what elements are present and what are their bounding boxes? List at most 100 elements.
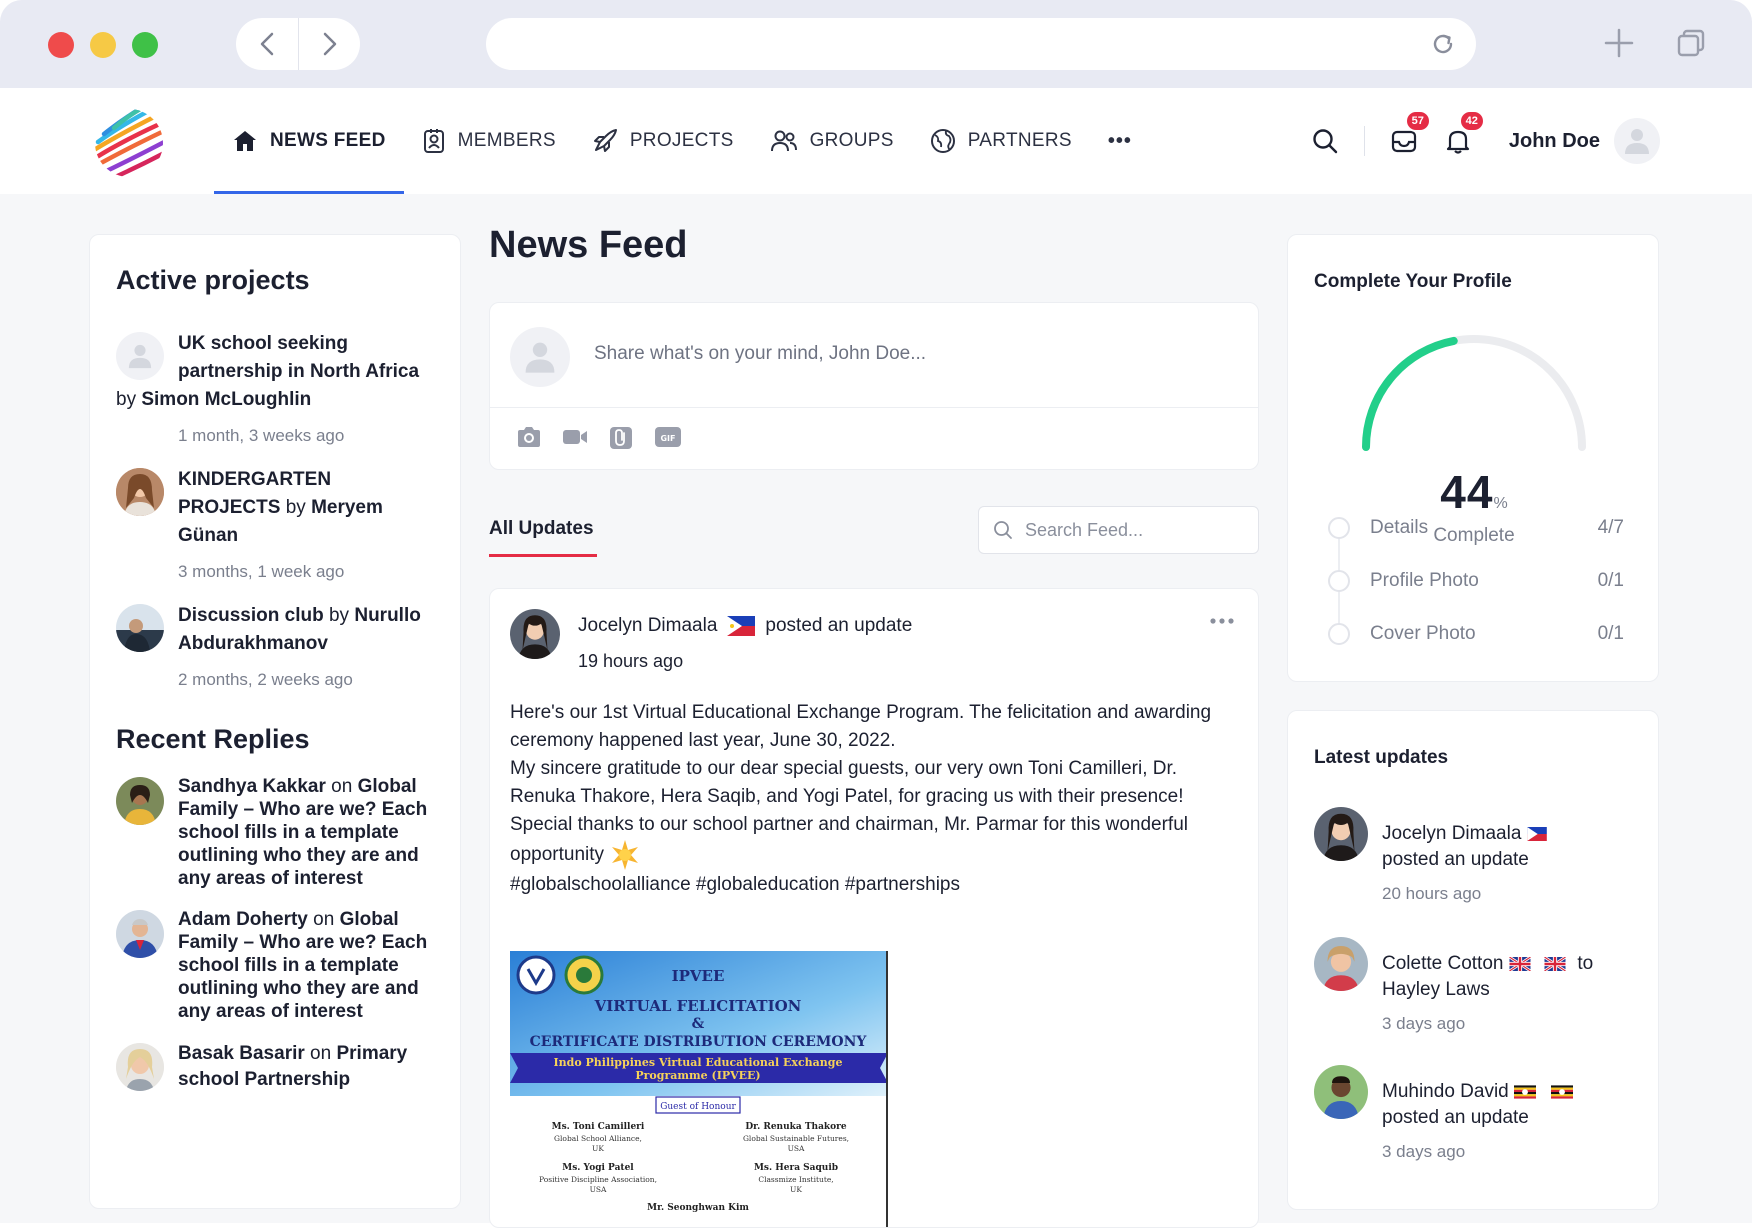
checklist-label: Details <box>1370 516 1429 538</box>
gif-icon[interactable]: GIF <box>654 425 682 449</box>
uk-flag-icon <box>1544 956 1567 971</box>
reply-item[interactable]: Adam Doherty on Global Family – Who are … <box>116 908 434 1023</box>
history-buttons <box>236 18 360 70</box>
poster-guest-1-name: Ms. Toni Camilleri <box>552 1122 645 1132</box>
inbox-button[interactable]: 57 <box>1387 110 1431 158</box>
update-time: 3 days ago <box>1382 1142 1466 1161</box>
more-options-icon[interactable] <box>1210 617 1234 625</box>
user-avatar[interactable] <box>1614 118 1660 164</box>
poster-guest-3-org: Positive Discipline Association, <box>539 1175 657 1184</box>
notifications-button[interactable]: 42 <box>1441 110 1485 158</box>
complete-profile-title: Complete Your Profile <box>1314 271 1512 292</box>
nav-label: NEWS FEED <box>270 130 386 151</box>
window-close-button[interactable] <box>48 32 74 58</box>
camera-icon[interactable] <box>516 425 542 449</box>
video-icon[interactable] <box>562 425 588 449</box>
member-photo-icon <box>116 604 164 652</box>
post-text: Special thanks to our school partner and… <box>510 811 1230 871</box>
nav-partners[interactable]: PARTNERS <box>912 88 1090 194</box>
philippines-flag-icon <box>727 616 756 636</box>
checklist-item-profile-photo[interactable]: Profile Photo 0/1 <box>1328 554 1624 607</box>
checklist-circle-icon <box>1328 622 1350 645</box>
project-item[interactable]: UK school seeking partnership in North A… <box>116 330 434 450</box>
target-member-name[interactable]: Hayley Laws <box>1382 979 1490 1000</box>
page-body: Active projects UK school seeking partne… <box>0 194 1752 1228</box>
inbox-count-badge: 57 <box>1404 110 1431 132</box>
poster-guest-2-country: USA <box>788 1144 805 1153</box>
tab-all-updates[interactable]: All Updates <box>489 518 594 540</box>
back-button[interactable] <box>236 18 298 70</box>
latest-update-text: Colette Cotton to Hayley Laws 3 days ago <box>1382 951 1593 1037</box>
reply-author[interactable]: Sandhya Kakkar <box>178 776 326 797</box>
checklist-item-details[interactable]: Details 4/7 <box>1328 501 1624 554</box>
reply-avatar <box>116 777 164 825</box>
project-item[interactable]: KINDERGARTEN PROJECTS by Meryem Günan 3 … <box>116 466 434 586</box>
composer-avatar <box>510 327 570 387</box>
poster-guests-label: Guest of Honour <box>660 1102 736 1112</box>
composer-input[interactable]: Share what's on your mind, John Doe... <box>594 343 926 365</box>
post-header: Jocelyn Dimaala posted an update <box>578 615 912 637</box>
philippines-flag-icon <box>1526 826 1547 841</box>
post-text: My sincere gratitude to our dear special… <box>510 758 1184 807</box>
search-button[interactable] <box>1308 124 1342 158</box>
nav-news-feed[interactable]: NEWS FEED <box>214 88 404 194</box>
update-time: 3 days ago <box>1382 1014 1466 1033</box>
project-title[interactable]: Discussion club <box>178 605 324 626</box>
by-label: by <box>328 605 350 626</box>
composer-tools: GIF <box>516 425 682 451</box>
latest-update-text: Muhindo David posted an update 3 days ag… <box>1382 1079 1574 1165</box>
poster-amp: & <box>692 1016 705 1032</box>
on-label: on <box>310 1043 332 1064</box>
post-author-name[interactable]: Jocelyn Dimaala <box>578 615 717 637</box>
nav-projects[interactable]: PROJECTS <box>574 88 752 194</box>
nav-more-button[interactable]: ••• <box>1090 88 1150 194</box>
post-hashtags[interactable]: #globalschoolalliance #globaleducation #… <box>510 871 1230 899</box>
member-avatar[interactable] <box>1314 937 1368 991</box>
checklist-label: Cover Photo <box>1370 622 1476 644</box>
member-avatar[interactable] <box>1314 1065 1368 1119</box>
search-feed-input[interactable]: Search Feed... <box>978 506 1259 554</box>
browser-chrome <box>0 0 1752 88</box>
nav-label: MEMBERS <box>457 130 556 151</box>
attachment-icon[interactable] <box>608 425 634 451</box>
reply-item[interactable]: Basak Basarir on Primary school Partners… <box>116 1041 434 1093</box>
uganda-flag-icon <box>1514 1085 1537 1099</box>
search-icon <box>994 521 1012 539</box>
post-author-avatar[interactable] <box>510 609 560 659</box>
window-maximize-button[interactable] <box>132 32 158 58</box>
reply-item[interactable]: Sandhya Kakkar on Global Family – Who ar… <box>116 775 434 890</box>
reload-icon[interactable] <box>1430 31 1456 57</box>
tabs-overview-icon[interactable] <box>1676 28 1706 58</box>
member-name[interactable]: Jocelyn Dimaala <box>1382 823 1521 844</box>
member-photo-icon <box>1314 937 1368 991</box>
window-minimize-button[interactable] <box>90 32 116 58</box>
active-projects-title: Active projects <box>116 265 310 295</box>
nav-members[interactable]: MEMBERS <box>404 88 574 194</box>
page-title: News Feed <box>489 224 688 266</box>
user-name[interactable]: John Doe <box>1509 130 1600 153</box>
forward-button[interactable] <box>298 18 360 70</box>
reply-author[interactable]: Basak Basarir <box>178 1043 305 1064</box>
checklist-count: 0/1 <box>1597 569 1624 591</box>
address-bar[interactable] <box>486 18 1476 70</box>
latest-updates-card: Latest updates Jocelyn Dimaala posted an… <box>1287 710 1659 1210</box>
reply-author[interactable]: Adam Doherty <box>178 909 308 930</box>
checklist-item-cover-photo[interactable]: Cover Photo 0/1 <box>1328 607 1624 660</box>
left-sidebar: Active projects UK school seeking partne… <box>89 234 461 1209</box>
project-author[interactable]: Simon McLoughlin <box>141 389 311 410</box>
new-tab-icon[interactable] <box>1604 28 1634 58</box>
poster-guest-4-country: UK <box>790 1185 802 1194</box>
post-image[interactable]: IPVEE VIRTUAL FELICITATION & CERTIFICATE… <box>510 951 888 1227</box>
chevron-right-icon <box>323 32 336 56</box>
nav-groups[interactable]: GROUPS <box>752 88 912 194</box>
member-name[interactable]: Colette Cotton <box>1382 953 1503 974</box>
ceremony-poster: IPVEE VIRTUAL FELICITATION & CERTIFICATE… <box>510 951 886 1227</box>
project-title[interactable]: UK school seeking partnership in North A… <box>178 333 419 382</box>
globe-logo-icon[interactable] <box>90 102 168 180</box>
project-title[interactable]: KINDERGARTEN PROJECTS <box>178 469 331 518</box>
app-header: NEWS FEED MEMBERS PROJECTS GROUPS PARTNE… <box>0 88 1752 194</box>
member-avatar[interactable] <box>1314 807 1368 861</box>
projects-icon <box>593 129 617 152</box>
member-name[interactable]: Muhindo David <box>1382 1081 1509 1102</box>
project-item[interactable]: Discussion club by Nurullo Abdurakhmanov… <box>116 602 434 694</box>
